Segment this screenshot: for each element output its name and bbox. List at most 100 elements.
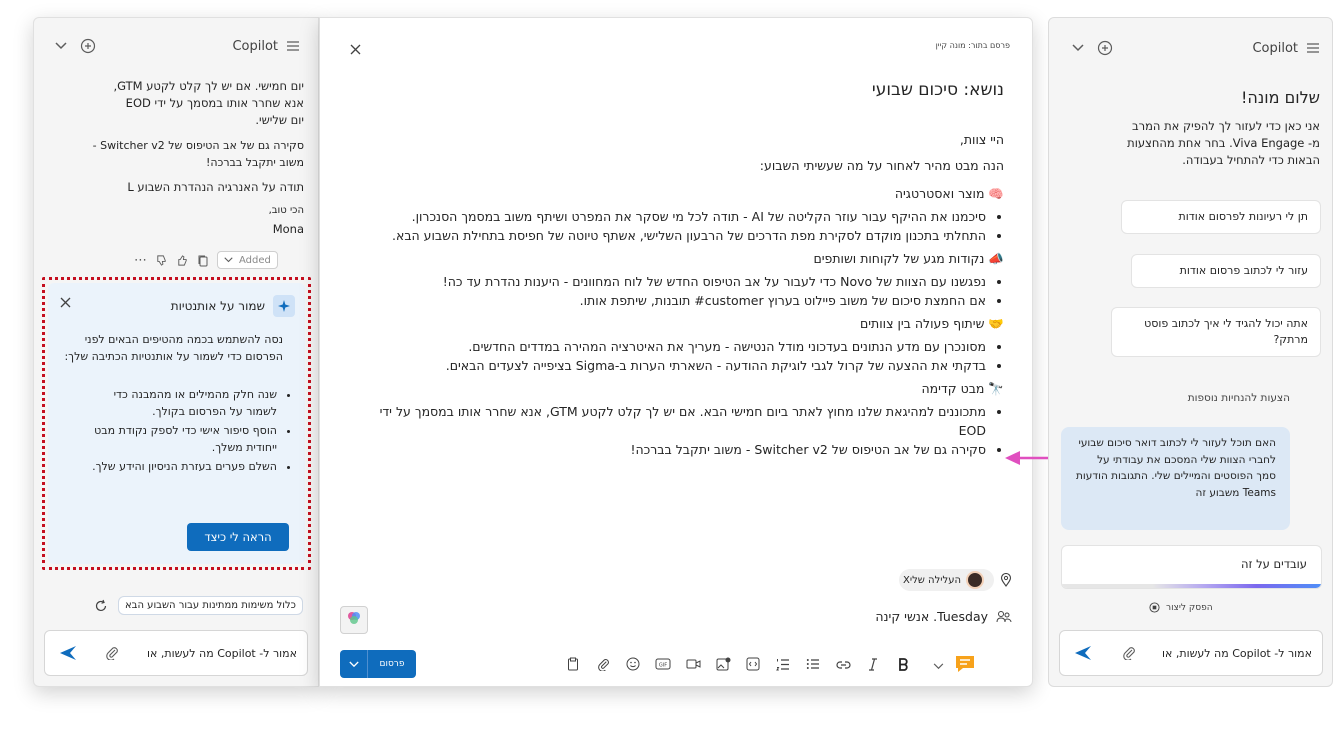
new-chat-icon[interactable] [76, 38, 100, 54]
suggestion-write-post[interactable]: עזור לי לכתוב פרסום אודות [1131, 254, 1321, 288]
thumbs-up-icon[interactable] [176, 254, 189, 267]
input-placeholder: אמור ל- Copilot מה לעשות, או [1162, 647, 1312, 660]
list-item: סיכמנו את ההיקף עבור עוזר הקליטה של AI -… [364, 207, 986, 226]
close-tip-icon[interactable] [60, 297, 71, 308]
tip-item: השלם פערים בעזרת הניסיון והידע שלך. [81, 458, 277, 475]
stop-icon [1149, 602, 1160, 613]
bullet-list-icon[interactable] [800, 658, 826, 674]
stop-generating[interactable]: הפסק ליצור [1149, 602, 1213, 613]
italic-icon[interactable] [860, 657, 886, 675]
left-header-title: Copilot [232, 36, 300, 56]
brain-icon: 🧠 [988, 186, 1004, 201]
bold-icon[interactable] [890, 657, 916, 675]
menu-icon[interactable] [286, 40, 300, 52]
list-item: מסונכרן עם מדע הנתונים בעדכוני מודל הנטי… [364, 337, 986, 356]
list-item: סקירה גם של אב הטיפוס של Switcher v2 - מ… [364, 440, 986, 459]
right-chat-input[interactable]: אמור ל- Copilot מה לעשות, או [1059, 630, 1323, 676]
copy-icon[interactable] [197, 254, 209, 267]
community-chip[interactable]: העלילה שליX [899, 569, 994, 591]
posting-as-name[interactable]: מונה קיין [936, 41, 966, 50]
chevron-down-icon[interactable] [1069, 44, 1087, 52]
numbered-list-icon[interactable] [770, 658, 796, 675]
section-title: 🤝 שיתוף פעולה בין צוותים [859, 316, 1004, 331]
post-options-dropdown[interactable] [340, 650, 368, 678]
copilot-response: יום חמישי. אם יש לך קלט לקטע GTM, אנא שח… [54, 78, 304, 238]
email-body[interactable]: היי צוות, הנה מבט מהיר לאחור על מה שעשית… [364, 130, 1004, 463]
audience-text[interactable]: Tuesday. אנשי קינה [875, 609, 988, 624]
suggestion-chip[interactable]: כלול משימות ממתינות עבור השבוע הבא [118, 596, 303, 615]
user-request-bubble: האם תוכל לעזור לי לכתוב דואר סיכום שבועי… [1061, 427, 1290, 530]
list-item: מתכוננים למהיגאת שלנו מחוץ לאתר ביום חמי… [364, 402, 986, 440]
suggestion-ideas[interactable]: תן לי רעיונות לפרסום אודות [1121, 200, 1321, 234]
attach-icon[interactable] [590, 658, 616, 675]
video-icon[interactable] [680, 658, 706, 674]
menu-icon[interactable] [1306, 42, 1320, 54]
section-list: סיכמנו את ההיקף עבור עוזר הקליטה של AI -… [364, 207, 1004, 245]
working-status: עובדים על זה [1240, 557, 1307, 571]
post-button-group: פרסום [340, 650, 416, 678]
show-me-how-button[interactable]: הראה לי כיצד [187, 523, 289, 551]
greeting: היי צוות, [959, 132, 1004, 147]
added-label: Added [239, 254, 271, 266]
location-icon [1000, 573, 1012, 587]
right-copilot-panel: Copilot שלום מונה! אני כאן כדי לעזור לך … [1048, 17, 1333, 687]
posting-as: פרסם בתור: מונה קיין [936, 41, 1010, 50]
formatting-toolbar: GIF [560, 654, 978, 678]
clipboard-icon[interactable] [560, 657, 586, 675]
input-placeholder: אמור ל- Copilot מה לעשות, או [147, 647, 297, 660]
new-chat-icon[interactable] [1093, 40, 1117, 56]
suggestion-engaging-post[interactable]: אתה יכול להגיד לי איך לכתוב פוסט מרתק? [1111, 307, 1321, 357]
tip-intro: נסה להשתמש בכמה מהטיפים הבאים לפני הפרסו… [64, 333, 283, 363]
left-chat-input[interactable]: אמור ל- Copilot מה לעשות, או [44, 630, 308, 676]
authenticity-tip-card: שמור על אותנטיות נסה להשתמש בכמה מהטיפים… [48, 283, 305, 564]
link-icon[interactable] [830, 659, 856, 674]
added-dropdown[interactable]: Added [217, 251, 278, 269]
progress-bar [1062, 584, 1321, 588]
tip-title: שמור על אותנטיות [170, 299, 265, 313]
send-icon[interactable] [59, 645, 77, 661]
gif-icon[interactable]: GIF [650, 658, 676, 674]
attach-icon[interactable] [1122, 646, 1136, 660]
greeting: שלום מונה! [1241, 88, 1320, 107]
code-icon[interactable] [740, 657, 766, 675]
chevron-down-icon[interactable] [928, 659, 948, 674]
subject-line[interactable]: נושא: סיכום שבועי [872, 80, 1004, 100]
thumbs-down-icon[interactable] [155, 254, 168, 267]
tip-item: הוסף סיפור אישי כדי לספק נקודת מבט ייחוד… [81, 422, 277, 456]
post-type-icon[interactable] [952, 654, 978, 678]
suggestion-row: כלול משימות ממתינות עבור השבוע הבא [94, 596, 303, 615]
emoji-icon[interactable] [620, 657, 646, 675]
post-button[interactable]: פרסום [368, 650, 416, 678]
copilot-button[interactable] [340, 606, 368, 634]
refresh-icon[interactable] [94, 599, 108, 613]
image-icon[interactable] [710, 657, 736, 675]
chevron-down-icon[interactable] [52, 42, 70, 50]
send-icon[interactable] [1074, 645, 1092, 661]
section-list: נפגשנו עם הצוות של Novo כדי לעבור על אב … [364, 272, 1004, 310]
right-header-actions [1069, 38, 1117, 58]
more-suggestions-link[interactable]: הצעות להנחיות נוספות [1188, 392, 1290, 404]
intro: הנה מבט מהיר לאחור על מה שעשיתי השבוע: [759, 158, 1004, 173]
chat-line: משוב יתקבל בברכה! [205, 156, 304, 169]
section-title: 📣 נקודות מגע של לקוחות ושותפים [813, 251, 1004, 266]
copilot-title: Copilot [1252, 40, 1298, 56]
telescope-icon: 🔭 [988, 381, 1004, 396]
people-icon [996, 610, 1012, 624]
stop-generating-label: הפסק ליצור [1166, 602, 1213, 613]
avatar [966, 571, 984, 589]
response-actions: ⋯ Added [134, 251, 278, 269]
chat-line: יום שלישי. [255, 113, 304, 127]
sign-name: Mona [272, 222, 304, 236]
tip-list: שנה חלק מהמילים או מהמבנה כדי לשמור על ה… [81, 386, 291, 477]
tip-item: שנה חלק מהמילים או מהמבנה כדי לשמור על ה… [81, 386, 277, 420]
more-icon[interactable]: ⋯ [134, 253, 147, 268]
close-icon[interactable] [350, 44, 361, 55]
sparkle-icon [273, 295, 295, 317]
chat-line: תודה על האנרגיה הנהדרת השבוע L [127, 180, 304, 194]
section-list: מסונכרן עם מדע הנתונים בעדכוני מודל הנטי… [364, 337, 1004, 375]
community-name: העלילה שליX [903, 574, 961, 586]
left-header-actions [52, 36, 100, 56]
attach-icon[interactable] [105, 646, 119, 660]
list-item: נפגשנו עם הצוות של Novo כדי לעבור על אב … [364, 272, 986, 291]
handshake-icon: 🤝 [988, 316, 1004, 331]
